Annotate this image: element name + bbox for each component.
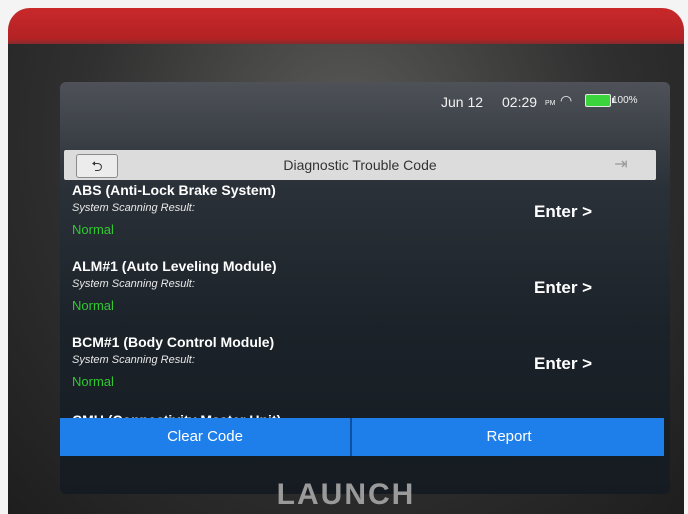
- list-item: ALM#1 (Auto Leveling Module) System Scan…: [60, 258, 670, 328]
- battery-icon: [585, 94, 614, 107]
- scan-result-label: System Scanning Result:: [72, 202, 195, 214]
- system-name: ALM#1 (Auto Leveling Module): [72, 258, 277, 274]
- button-divider: [350, 418, 352, 456]
- bottom-action-bar: Clear Code Report: [60, 418, 664, 456]
- status-time: 02:29: [502, 94, 538, 110]
- system-name: BCM#1 (Body Control Module): [72, 334, 275, 350]
- status-date: Jun 12: [441, 94, 484, 110]
- page-title: Diagnostic Trouble Code: [283, 157, 437, 173]
- screen: Jun 12 02:29 PM ◠ 100% ⮌ Diagnostic Trou…: [60, 82, 670, 494]
- report-button[interactable]: Report: [354, 418, 664, 456]
- scan-tool-device: Jun 12 02:29 PM ◠ 100% ⮌ Diagnostic Trou…: [8, 8, 684, 514]
- scan-result-label: System Scanning Result:: [72, 354, 195, 366]
- brand-logo: LAUNCH: [276, 478, 416, 511]
- enter-button[interactable]: Enter >: [534, 202, 592, 222]
- scan-result-value: Normal: [72, 222, 114, 237]
- list-item: ABS (Anti-Lock Brake System) System Scan…: [60, 182, 670, 252]
- battery-percentage: 100%: [612, 95, 638, 106]
- status-bar: Jun 12 02:29 PM ◠ 100%: [60, 82, 670, 122]
- status-ampm: PM: [545, 100, 556, 107]
- scan-result-value: Normal: [72, 374, 114, 389]
- wifi-icon: ◠: [560, 92, 573, 108]
- scan-result-label: System Scanning Result:: [72, 278, 195, 290]
- scan-result-value: Normal: [72, 298, 114, 313]
- system-name: ABS (Anti-Lock Brake System): [72, 182, 276, 198]
- enter-button[interactable]: Enter >: [534, 278, 592, 298]
- list-item: BCM#1 (Body Control Module) System Scann…: [60, 334, 670, 404]
- enter-button[interactable]: Enter >: [534, 354, 592, 374]
- title-bar: ⮌ Diagnostic Trouble Code ⇥: [64, 150, 656, 180]
- clear-code-button[interactable]: Clear Code: [60, 418, 350, 456]
- exit-icon[interactable]: ⇥: [610, 154, 632, 176]
